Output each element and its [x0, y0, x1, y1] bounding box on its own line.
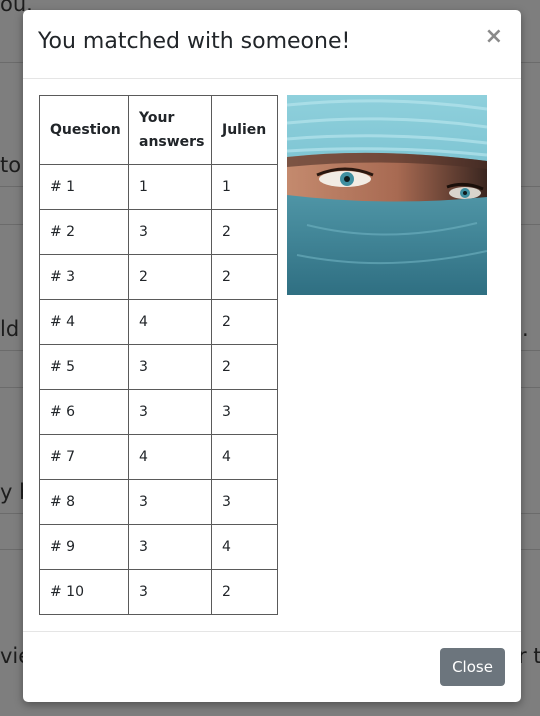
match-modal: You matched with someone! × Question You…: [23, 10, 521, 702]
table-row: # 5 3 2: [39, 344, 278, 390]
your-answer-cell: 3: [128, 344, 212, 390]
match-answer-cell: 3: [211, 479, 278, 525]
modal-header: You matched with someone! ×: [23, 10, 521, 79]
question-cell: # 3: [39, 254, 129, 300]
question-cell: # 1: [39, 164, 129, 210]
background-text: .: [522, 317, 529, 341]
table-row: # 1 1 1: [39, 164, 278, 210]
your-answer-cell: 2: [128, 254, 212, 300]
match-answer-cell: 3: [211, 389, 278, 435]
question-cell: # 9: [39, 524, 129, 570]
question-cell: # 10: [39, 569, 129, 615]
table-row: # 10 3 2: [39, 569, 278, 615]
background-text: r t: [518, 644, 540, 668]
profile-photo: [287, 95, 487, 295]
background-text: to: [0, 153, 22, 177]
your-answer-cell: 4: [128, 299, 212, 345]
your-answer-cell: 4: [128, 434, 212, 480]
your-answer-cell: 3: [128, 209, 212, 255]
table-header-row: Question Your answers Julien: [39, 95, 278, 165]
table-row: # 9 3 4: [39, 524, 278, 570]
modal-footer: Close: [23, 631, 521, 703]
question-cell: # 4: [39, 299, 129, 345]
question-cell: # 8: [39, 479, 129, 525]
profile-photo-image: [287, 95, 487, 295]
your-answer-cell: 3: [128, 569, 212, 615]
table-row: # 7 4 4: [39, 434, 278, 480]
answers-table: Question Your answers Julien # 1 1 1 # 2…: [39, 95, 278, 615]
your-answer-cell: 3: [128, 389, 212, 435]
match-answer-cell: 4: [211, 524, 278, 570]
table-row: # 6 3 3: [39, 389, 278, 435]
match-answer-cell: 2: [211, 299, 278, 345]
background-text: ld: [0, 317, 20, 341]
table-row: # 2 3 2: [39, 209, 278, 255]
question-cell: # 6: [39, 389, 129, 435]
question-cell: # 2: [39, 209, 129, 255]
modal-title: You matched with someone!: [38, 29, 351, 54]
match-answer-cell: 2: [211, 254, 278, 300]
table-row: # 4 4 2: [39, 299, 278, 345]
your-answer-cell: 1: [128, 164, 212, 210]
column-header-your-answers: Your answers: [128, 95, 212, 165]
close-button[interactable]: Close: [440, 648, 505, 686]
table-row: # 8 3 3: [39, 479, 278, 525]
column-header-match-name: Julien: [211, 95, 278, 165]
your-answer-cell: 3: [128, 524, 212, 570]
match-answer-cell: 2: [211, 209, 278, 255]
match-answer-cell: 2: [211, 569, 278, 615]
question-cell: # 5: [39, 344, 129, 390]
your-answer-cell: 3: [128, 479, 212, 525]
table-row: # 3 2 2: [39, 254, 278, 300]
match-answer-cell: 1: [211, 164, 278, 210]
question-cell: # 7: [39, 434, 129, 480]
close-icon[interactable]: ×: [485, 26, 503, 48]
match-answer-cell: 4: [211, 434, 278, 480]
match-answer-cell: 2: [211, 344, 278, 390]
column-header-question: Question: [39, 95, 129, 165]
